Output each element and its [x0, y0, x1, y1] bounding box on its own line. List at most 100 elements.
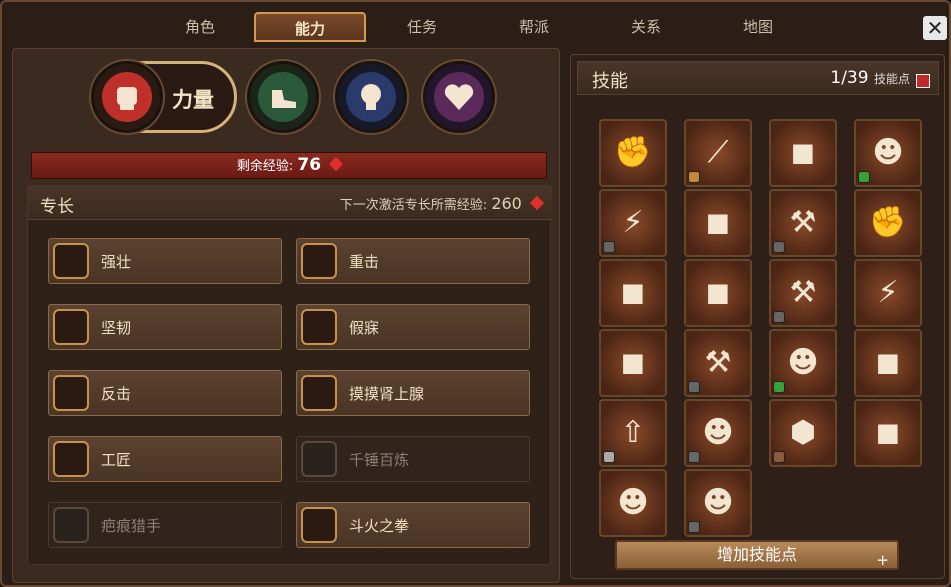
perk-label: 斗火之拳 [349, 517, 410, 535]
perk-tough[interactable]: 坚韧 [48, 304, 282, 350]
tab-abilities[interactable]: 能力 [254, 12, 366, 42]
skill-slot[interactable]: ⚒ [684, 329, 752, 397]
tab-bar: 角色 能力 任务 帮派 关系 地图 ✕ [2, 2, 951, 44]
skill-slot[interactable]: ☻ [769, 329, 837, 397]
portrait-icon: ◼ [875, 345, 901, 380]
perk-craftsman[interactable]: 工匠 [48, 436, 282, 482]
sparkle-icon [53, 507, 89, 543]
punch-icon: ✊ [869, 205, 907, 240]
next-specialty-value: 260 [491, 194, 522, 213]
perk-label: 重击 [349, 253, 380, 271]
skill-slot[interactable]: ☻ [684, 399, 752, 467]
attribute-strength[interactable] [91, 61, 163, 133]
skill-slot[interactable]: ◼ [854, 399, 922, 467]
skill-slot[interactable]: ⚒ [769, 259, 837, 327]
specialty-header: 专长 下一次激活专长所需经验: 260 [28, 186, 552, 220]
close-button[interactable]: ✕ [923, 16, 947, 40]
skill-slot[interactable]: ◼ [854, 329, 922, 397]
tab-character[interactable]: 角色 [144, 12, 256, 42]
remaining-xp-bar: 剩余经验: 76 [31, 152, 547, 179]
sparkle-icon [301, 309, 337, 345]
skill-point-icon [916, 74, 930, 88]
skill-slot[interactable]: ☻ [684, 469, 752, 537]
slash-marks-icon [301, 375, 337, 411]
perk-label: 摸摸肾上腺 [349, 385, 425, 403]
skill-slot[interactable]: ⚡ [599, 189, 667, 257]
skill-badge-icon [688, 451, 700, 463]
attribute-agility[interactable] [247, 61, 319, 133]
heart-icon-glyph [444, 84, 474, 110]
perk-counter[interactable]: 反击 [48, 370, 282, 416]
skill-slot[interactable]: ☻ [854, 119, 922, 187]
tab-gang[interactable]: 帮派 [478, 12, 590, 42]
portrait-icon: ◼ [790, 135, 816, 170]
specialty-section: 专长 下一次激活专长所需经验: 260 强壮 重击 坚韧 假寐 反击 摸摸肾上腺… [27, 185, 552, 565]
add-skill-points-label: 增加技能点 [716, 545, 797, 564]
attribute-intellect[interactable] [335, 61, 407, 133]
skill-slot[interactable]: ⬢ [769, 399, 837, 467]
perk-scar-hunter-locked[interactable]: 疤痕猎手 [48, 502, 282, 548]
skill-badge-icon [773, 381, 785, 393]
skill-badge-icon [688, 381, 700, 393]
tab-quests[interactable]: 任务 [366, 12, 478, 42]
xp-label: 剩余经验: [236, 159, 294, 174]
portrait-icon: ◼ [875, 415, 901, 450]
chevrons-up-icon [53, 243, 89, 279]
perk-tempered-locked[interactable]: 千锤百炼 [296, 436, 530, 482]
shoe-icon-glyph [272, 90, 296, 108]
portrait-icon: ◼ [705, 205, 731, 240]
skill-points-label: 技能点 [873, 72, 910, 86]
skills-title: 技能 [592, 71, 628, 92]
window-frame: 角色 能力 任务 帮派 关系 地图 ✕ 力量 剩余经验: 76 专长 下一次激活… [0, 0, 951, 587]
perk-label: 坚韧 [101, 319, 132, 337]
gem-icon [529, 195, 545, 211]
perk-heavy-hit[interactable]: 重击 [296, 238, 530, 284]
skill-slot[interactable]: ✊ [599, 119, 667, 187]
plus-icon: + [876, 551, 889, 569]
perk-label: 强壮 [101, 253, 132, 271]
skill-badge-icon [688, 521, 700, 533]
skill-slot[interactable]: ◼ [599, 329, 667, 397]
attribute-strength-label: 力量 [172, 88, 214, 112]
perk-label: 工匠 [101, 451, 132, 469]
slash-marks-icon [301, 507, 337, 543]
lightning-ring-icon: ⚡ [877, 275, 899, 310]
perk-label: 反击 [101, 385, 132, 403]
skill-slot[interactable]: ✊ [854, 189, 922, 257]
slash-marks-icon [53, 375, 89, 411]
abilities-panel: 力量 剩余经验: 76 专长 下一次激活专长所需经验: 260 强壮 重击 坚韧… [12, 48, 560, 583]
skill-badge-icon [773, 311, 785, 323]
skill-badge-icon [858, 171, 870, 183]
tab-map[interactable]: 地图 [702, 12, 814, 42]
specialty-title: 专长 [40, 197, 74, 217]
perk-adrenaline[interactable]: 摸摸肾上腺 [296, 370, 530, 416]
fist-icon-glyph [117, 87, 137, 110]
add-skill-points-button[interactable]: 增加技能点 + [615, 540, 899, 570]
skill-badge-icon [603, 451, 615, 463]
dice-icon [301, 441, 337, 477]
perk-label: 假寐 [349, 319, 380, 337]
skill-slot[interactable]: ◼ [684, 189, 752, 257]
tab-relations[interactable]: 关系 [590, 12, 702, 42]
attribute-charisma[interactable] [423, 61, 495, 133]
gear-icon [53, 441, 89, 477]
perk-strong[interactable]: 强壮 [48, 238, 282, 284]
skill-points-count: 1/39 技能点 [830, 68, 910, 88]
skill-slot[interactable]: ◼ [684, 259, 752, 327]
portrait-icon: ◼ [620, 345, 646, 380]
skill-slot[interactable]: ⟋ [684, 119, 752, 187]
skill-slot[interactable]: ⇧ [599, 399, 667, 467]
perk-nap[interactable]: 假寐 [296, 304, 530, 350]
perk-fire-fist[interactable]: 斗火之拳 [296, 502, 530, 548]
skills-panel: 技能 1/39 技能点 ✊ ⟋ ◼ ☻ ⚡ ◼ ⚒ ✊ ◼ ◼ ⚒ ⚡ ◼ ⚒ ☻ ◼ ⇧ ☻ ⬢ ◼ ☻ ☻ 增加技能点… [570, 54, 945, 579]
skill-badge-icon [688, 171, 700, 183]
gem-icon [329, 156, 344, 172]
skill-slot[interactable]: ◼ [599, 259, 667, 327]
skill-slot[interactable]: ◼ [769, 119, 837, 187]
skill-slot[interactable]: ☻ [599, 469, 667, 537]
portrait-icon: ◼ [705, 275, 731, 310]
next-specialty-label: 下一次激活专长所需经验: [339, 198, 488, 213]
skill-slot[interactable]: ⚡ [854, 259, 922, 327]
next-specialty-cost: 下一次激活专长所需经验: 260 [339, 194, 545, 213]
skill-slot[interactable]: ⚒ [769, 189, 837, 257]
